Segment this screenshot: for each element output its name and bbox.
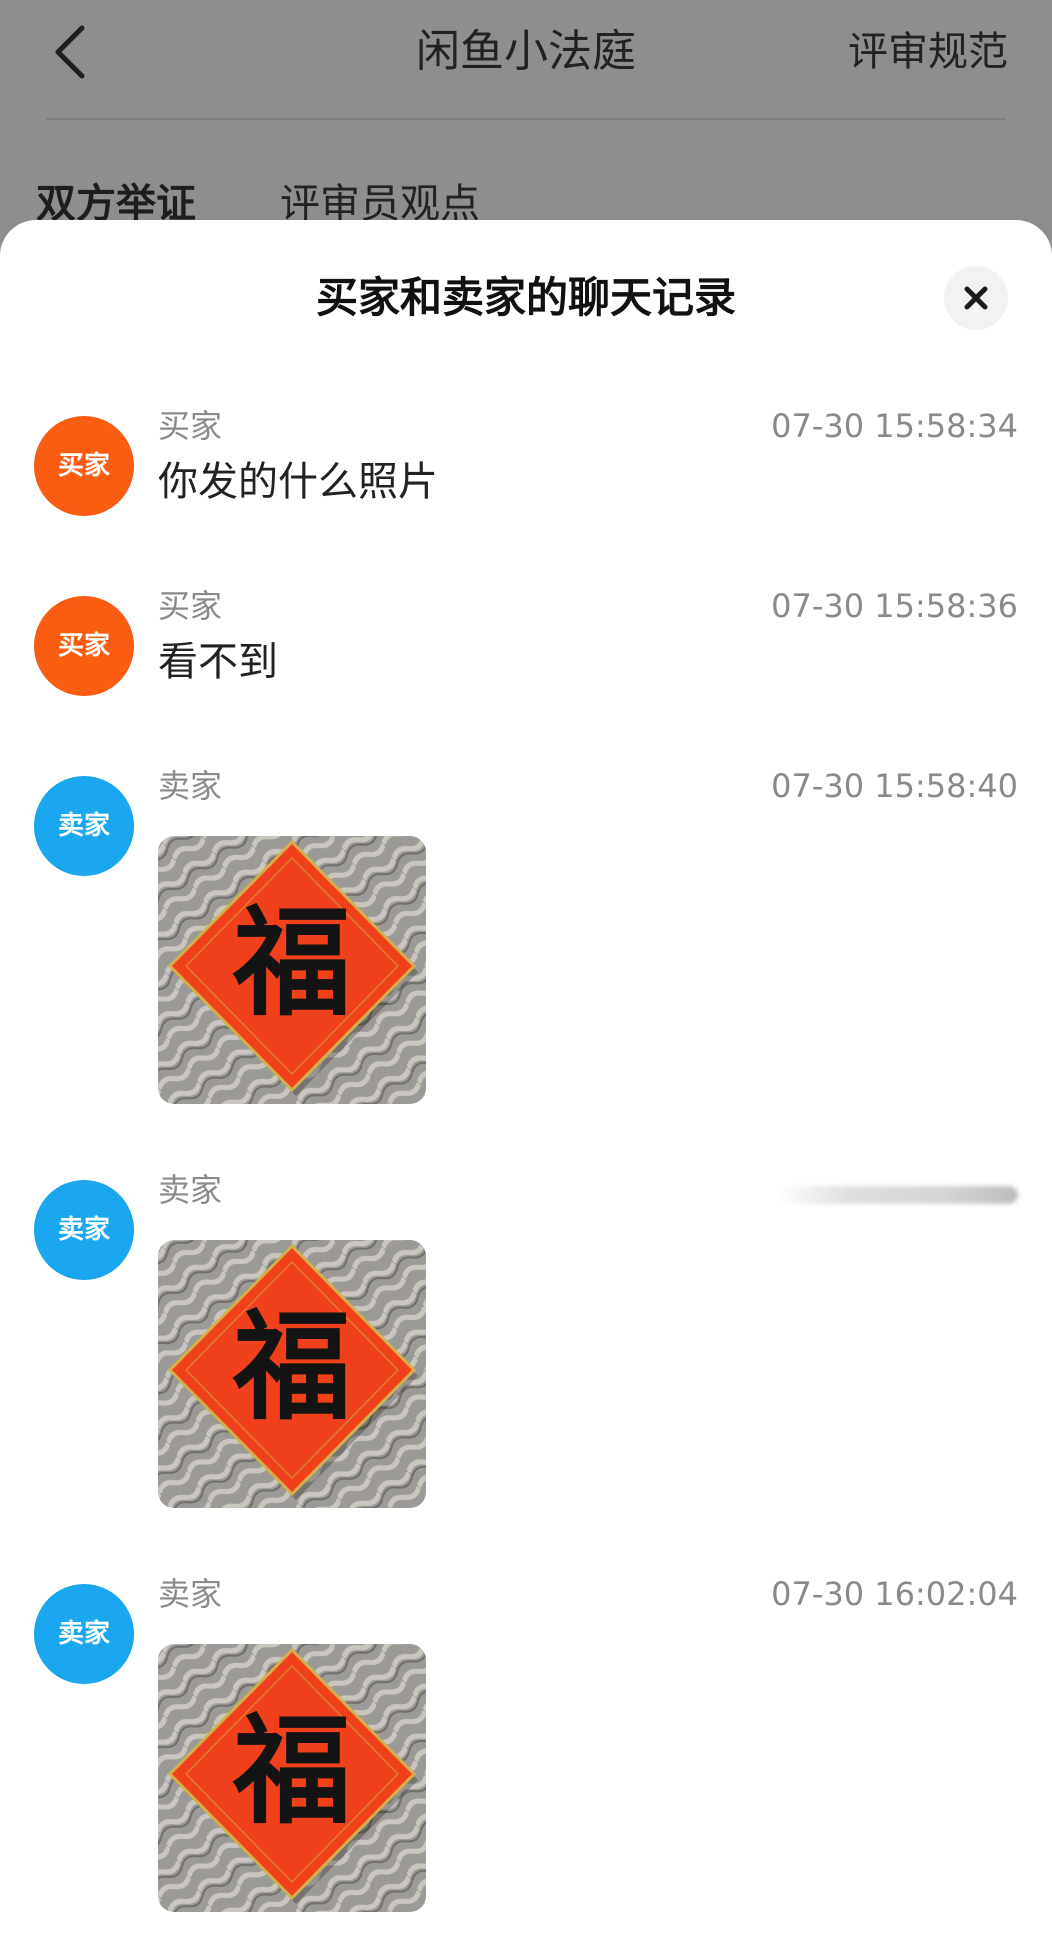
buyer-avatar[interactable]: 买家: [34, 596, 134, 696]
seller-avatar[interactable]: 卖家: [34, 1584, 134, 1684]
fu-photo: 福: [158, 836, 426, 1104]
fu-character: 福: [232, 893, 351, 1032]
message-timestamp: 07-30 15:58:40: [771, 767, 1018, 805]
fu-character: 福: [232, 1701, 351, 1840]
seller-avatar[interactable]: 卖家: [34, 776, 134, 876]
fu-photo: 福: [158, 1240, 426, 1508]
sender-name: 卖家: [158, 767, 223, 805]
review-rules-link[interactable]: 评审规范: [848, 22, 1008, 82]
message-image[interactable]: 福: [158, 1644, 426, 1912]
fu-photo: 福: [158, 1644, 426, 1912]
buyer-avatar[interactable]: 买家: [34, 416, 134, 516]
header-divider: [46, 118, 1006, 120]
seller-avatar[interactable]: 卖家: [34, 1180, 134, 1280]
message-timestamp: 07-30 15:58:36: [771, 587, 1018, 625]
message-image[interactable]: 福: [158, 836, 426, 1104]
close-button[interactable]: [944, 266, 1008, 330]
sheet-title: 买家和卖家的聊天记录: [315, 273, 736, 322]
message-timestamp: 07-30 16:02:04: [771, 1575, 1018, 1613]
sender-name: 卖家: [158, 1575, 223, 1613]
message-timestamp: 07-30 15:58:34: [771, 407, 1018, 445]
message-text: 你发的什么照片: [158, 459, 438, 505]
sender-name: 卖家: [158, 1171, 223, 1209]
close-icon: [964, 286, 988, 310]
chat-record-sheet: 买家和卖家的聊天记录 买家 买家 07-30 15:58:34 你发的什么照片 …: [0, 220, 1052, 1950]
message-timestamp-blurred: [778, 1186, 1018, 1204]
sender-name: 买家: [158, 407, 223, 445]
message-text: 看不到: [158, 639, 278, 685]
fu-character: 福: [232, 1297, 351, 1436]
sender-name: 买家: [158, 587, 223, 625]
message-image[interactable]: 福: [158, 1240, 426, 1508]
